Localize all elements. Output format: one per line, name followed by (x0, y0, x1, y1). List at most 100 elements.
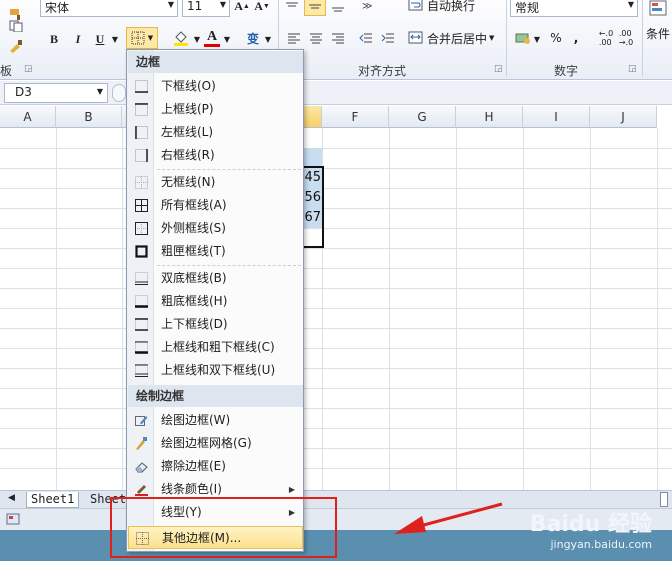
menu-item-top-thick-bottom-border[interactable]: 上框线和粗下框线(C) (128, 336, 303, 359)
annotation-arrow-icon (394, 502, 503, 534)
all-borders-icon (135, 199, 148, 212)
merge-center-icon (408, 31, 423, 44)
underline-button[interactable]: U (92, 30, 108, 48)
conditional-format-icon[interactable] (646, 0, 670, 18)
gridline (0, 468, 672, 469)
fill-color-dropdown-icon[interactable]: ▼ (192, 30, 202, 48)
column-header-i[interactable]: I (523, 106, 590, 128)
formula-bar-resize-handle[interactable] (112, 84, 126, 102)
phonetic-dropdown-icon[interactable]: ▼ (263, 30, 273, 48)
macro-record-icon[interactable] (6, 513, 20, 525)
worksheet-grid[interactable]: A B C D F G H I J 45 56 67 (0, 106, 672, 490)
menu-item-draw-border[interactable]: 绘图边框(W) (128, 409, 303, 432)
menu-item-top-border[interactable]: 上框线(P) (128, 98, 303, 121)
bottom-border-icon (135, 80, 148, 93)
number-launcher-icon[interactable]: ◲ (628, 64, 637, 74)
align-left-icon[interactable] (284, 30, 304, 46)
decrease-indent-icon[interactable] (356, 30, 376, 46)
gridline (0, 268, 672, 269)
menu-item-label: 绘图边框(W) (161, 413, 231, 427)
conditional-format-button[interactable]: 条件 (646, 24, 672, 42)
font-color-button[interactable]: A (203, 27, 221, 49)
top-thick-bottom-border-icon (135, 341, 148, 354)
align-bottom-icon[interactable] (328, 0, 348, 16)
menu-item-no-border[interactable]: 无框线(N) (128, 171, 303, 194)
menu-item-bottom-border[interactable]: 下框线(O) (128, 75, 303, 98)
svg-text:≫: ≫ (362, 1, 372, 12)
fill-color-button[interactable] (170, 28, 192, 48)
menu-item-left-border[interactable]: 左框线(L) (128, 121, 303, 144)
number-format-select[interactable]: 常规 ▼ (510, 0, 638, 17)
column-header-f[interactable]: F (322, 106, 389, 128)
sheet-tab-1[interactable]: Sheet1 (26, 492, 80, 508)
gridline (0, 308, 672, 309)
menu-item-thick-box-border[interactable]: 粗匣框线(T) (128, 240, 303, 263)
font-size-select[interactable]: 11 ▼ (182, 0, 230, 17)
horizontal-scroll-handle[interactable] (660, 492, 668, 507)
decrease-decimal-icon[interactable]: .00 →.0 (616, 29, 636, 47)
orientation-icon[interactable]: ≫ (358, 0, 382, 14)
menu-item-right-border[interactable]: 右框线(R) (128, 144, 303, 167)
column-header-a[interactable]: A (0, 106, 56, 128)
align-middle-icon[interactable] (304, 0, 326, 16)
outside-borders-icon (135, 222, 148, 235)
gridline (0, 168, 672, 169)
grow-font-button[interactable]: A ▲ (234, 0, 250, 14)
menu-separator (157, 169, 301, 170)
top-double-bottom-border-icon (135, 364, 148, 377)
ribbon: 板 ◲ 宋体 ▼ 11 ▼ A ▲ A ▼ B I U ▼ ▼ ▼ A ▼ 变 ▼ … (0, 0, 672, 80)
menu-item-outside-borders[interactable]: 外侧框线(S) (128, 217, 303, 240)
align-top-icon[interactable] (282, 0, 302, 16)
menu-item-draw-border-grid[interactable]: 绘图边框网格(G) (128, 432, 303, 455)
merge-center-button[interactable]: 合并后居中 ▼ (408, 28, 504, 48)
increase-indent-icon[interactable] (378, 30, 398, 46)
underline-dropdown-icon[interactable]: ▼ (110, 30, 120, 48)
phonetic-button[interactable]: 变 (243, 28, 263, 48)
percent-button[interactable]: % (548, 29, 564, 47)
right-border-icon (135, 149, 148, 162)
tab-scroll-left-icon[interactable]: ◀ (8, 493, 15, 503)
font-name-value: 宋体 (45, 1, 70, 15)
menu-item-erase-border[interactable]: 擦除边框(E) (128, 455, 303, 478)
column-header-b[interactable]: B (56, 106, 122, 128)
font-name-select[interactable]: 宋体 ▼ (40, 0, 178, 17)
copy-icon[interactable] (6, 18, 30, 34)
merge-center-label: 合并后居中 (427, 31, 488, 46)
menu-item-label: 线条颜色(I) (161, 482, 222, 496)
menu-item-top-bottom-border[interactable]: 上下框线(D) (128, 313, 303, 336)
wrap-text-button[interactable]: 自动换行 (408, 0, 504, 15)
font-color-letter: A (206, 28, 218, 44)
align-right-icon[interactable] (328, 30, 348, 46)
name-box[interactable]: D3 ▼ (4, 83, 108, 103)
column-header-j[interactable]: J (590, 106, 657, 128)
gridline (0, 428, 672, 429)
menu-item-top-double-bottom-border[interactable]: 上框线和双下框线(U) (128, 359, 303, 382)
clipboard-launcher-icon[interactable]: ◲ (24, 64, 33, 74)
bold-button[interactable]: B (46, 30, 62, 48)
italic-button[interactable]: I (70, 30, 86, 48)
gridline (389, 128, 390, 490)
currency-dropdown-icon[interactable]: ▼ (532, 30, 542, 48)
align-center-icon[interactable] (306, 30, 326, 46)
watermark: Baidu 经验 jingyan.baidu.com (530, 506, 652, 551)
borders-button[interactable]: ▼ (126, 27, 158, 49)
menu-section-draw-borders: 绘制边框 (128, 385, 303, 407)
gridline (0, 348, 672, 349)
comma-button[interactable]: , (570, 29, 582, 47)
increase-decimal-icon[interactable]: ←.0.00 (596, 29, 616, 47)
gridline (590, 128, 591, 490)
menu-item-double-bottom-border[interactable]: 双底框线(B) (128, 267, 303, 290)
no-border-icon (135, 176, 148, 189)
column-header-h[interactable]: H (456, 106, 523, 128)
shrink-font-button[interactable]: A ▼ (254, 0, 270, 14)
menu-item-thick-bottom-border[interactable]: 粗底框线(H) (128, 290, 303, 313)
paintbrush-icon[interactable] (6, 38, 26, 54)
menu-item-all-borders[interactable]: 所有框线(A) (128, 194, 303, 217)
cell-selected-empty[interactable] (302, 148, 322, 168)
alignment-launcher-icon[interactable]: ◲ (494, 64, 503, 74)
currency-icon[interactable] (514, 28, 532, 48)
draw-border-icon (135, 416, 148, 426)
group-alignment-label: 对齐方式 (358, 64, 407, 78)
column-header-g[interactable]: G (389, 106, 456, 128)
font-color-dropdown-icon[interactable]: ▼ (222, 30, 232, 48)
